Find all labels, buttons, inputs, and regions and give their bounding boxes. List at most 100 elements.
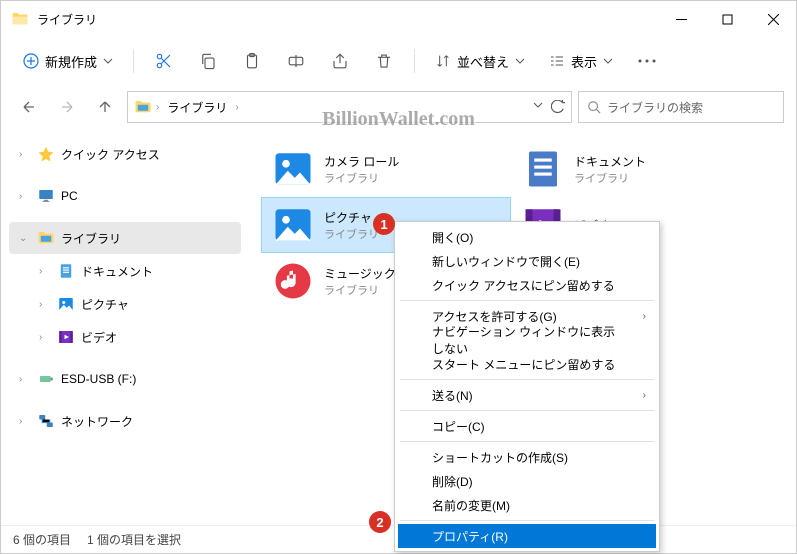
status-count: 6 個の項目 xyxy=(13,531,71,548)
tree-videos[interactable]: › ビデオ xyxy=(9,321,241,353)
tree-label: ピクチャ xyxy=(81,296,129,313)
tree-documents[interactable]: › ドキュメント xyxy=(9,255,241,287)
item-cameraroll[interactable]: カメラ ロール ライブラリ xyxy=(261,141,511,197)
tree-quickaccess[interactable]: › クイック アクセス xyxy=(9,138,241,170)
refresh-icon[interactable] xyxy=(551,100,565,114)
arrow-up-icon xyxy=(97,99,113,115)
delete-button[interactable] xyxy=(364,43,404,79)
more-button[interactable] xyxy=(627,43,667,79)
tree-label: ライブラリ xyxy=(61,230,121,247)
item-name: カメラ ロール xyxy=(324,153,399,170)
rename-icon xyxy=(287,52,305,70)
cut-button[interactable] xyxy=(144,43,184,79)
tree-network[interactable]: › ネットワーク xyxy=(9,405,241,437)
chevron-down-icon xyxy=(103,56,113,66)
ctx-properties[interactable]: プロパティ(R) xyxy=(398,524,656,548)
path-segment[interactable]: ライブラリ xyxy=(163,99,231,116)
plus-circle-icon xyxy=(23,53,39,69)
separator xyxy=(400,300,654,301)
usb-drive-icon xyxy=(37,370,55,388)
clipboard-icon xyxy=(243,52,261,70)
item-sub: ライブラリ xyxy=(324,226,379,242)
up-button[interactable] xyxy=(89,91,121,123)
ctx-pin-start[interactable]: スタート メニューにピン留めする xyxy=(398,352,656,376)
share-button[interactable] xyxy=(320,43,360,79)
sort-button[interactable]: 並べ替え xyxy=(425,43,535,79)
copy-button[interactable] xyxy=(188,43,228,79)
annotation-badge-1: 1 xyxy=(373,213,395,235)
ctx-open[interactable]: 開く(O) xyxy=(398,225,656,249)
picture-icon xyxy=(57,295,75,313)
item-documents[interactable]: ドキュメント ライブラリ xyxy=(511,141,761,197)
arrow-right-icon xyxy=(59,99,75,115)
view-button[interactable]: 表示 xyxy=(539,43,623,79)
navigation-tree: › クイック アクセス › PC ⌄ ライブラリ › ドキュメント › ピクチャ… xyxy=(1,129,249,525)
picture-icon xyxy=(272,148,314,190)
status-selected: 1 個の項目を選択 xyxy=(87,531,181,548)
chevron-right-icon: › xyxy=(235,102,238,113)
separator xyxy=(400,379,654,380)
back-button[interactable] xyxy=(13,91,45,123)
item-sub: ライブラリ xyxy=(324,170,399,186)
sort-icon xyxy=(435,53,451,69)
minimize-button[interactable] xyxy=(658,1,704,37)
folder-icon xyxy=(11,10,29,28)
rename-button[interactable] xyxy=(276,43,316,79)
view-label: 表示 xyxy=(571,52,597,71)
libraries-icon xyxy=(37,229,55,247)
paste-button[interactable] xyxy=(232,43,272,79)
tree-label: ESD-USB (F:) xyxy=(61,372,136,386)
forward-button[interactable] xyxy=(51,91,83,123)
chevron-down-icon xyxy=(533,100,543,110)
breadcrumb[interactable]: › ライブラリ › xyxy=(127,91,572,123)
tree-pc[interactable]: › PC xyxy=(9,180,241,212)
item-name: ドキュメント xyxy=(574,153,646,170)
chevron-right-icon: › xyxy=(19,416,31,427)
monitor-icon xyxy=(37,187,55,205)
ctx-hide-nav[interactable]: ナビゲーション ウィンドウに表示しない xyxy=(398,328,656,352)
ctx-pin-quickaccess[interactable]: クイック アクセスにピン留めする xyxy=(398,273,656,297)
sort-label: 並べ替え xyxy=(457,52,509,71)
annotation-badge-2: 2 xyxy=(369,511,391,533)
search-input[interactable]: ライブラリの検索 xyxy=(578,91,784,123)
window-title: ライブラリ xyxy=(37,11,658,28)
tree-label: ネットワーク xyxy=(61,413,133,430)
view-icon xyxy=(549,53,565,69)
document-icon xyxy=(57,262,75,280)
chevron-down-icon: ⌄ xyxy=(19,233,31,244)
music-icon xyxy=(272,260,314,302)
chevron-right-icon: › xyxy=(19,149,31,160)
ctx-new-window[interactable]: 新しいウィンドウで開く(E) xyxy=(398,249,656,273)
path-dropdown[interactable] xyxy=(533,100,565,114)
new-button[interactable]: 新規作成 xyxy=(13,43,123,79)
tree-pictures[interactable]: › ピクチャ xyxy=(9,288,241,320)
ctx-delete[interactable]: 削除(D) xyxy=(398,469,656,493)
item-name: ミュージック xyxy=(324,265,396,282)
scissors-icon xyxy=(155,52,173,70)
titlebar: ライブラリ xyxy=(1,1,796,37)
share-icon xyxy=(331,52,349,70)
tree-esd-usb[interactable]: › ESD-USB (F:) xyxy=(9,363,241,395)
video-icon xyxy=(57,328,75,346)
ellipsis-icon xyxy=(638,59,656,63)
separator xyxy=(400,410,654,411)
copy-icon xyxy=(199,52,217,70)
ctx-shortcut[interactable]: ショートカットの作成(S) xyxy=(398,445,656,469)
tree-libraries[interactable]: ⌄ ライブラリ xyxy=(9,222,241,254)
item-name: ピクチャ xyxy=(324,209,379,226)
chevron-down-icon xyxy=(515,56,525,66)
maximize-button[interactable] xyxy=(704,1,750,37)
picture-icon xyxy=(272,204,314,246)
ctx-sendto[interactable]: 送る(N)› xyxy=(398,383,656,407)
trash-icon xyxy=(375,52,393,70)
addressbar: › ライブラリ › ライブラリの検索 xyxy=(1,85,796,129)
ctx-copy[interactable]: コピー(C) xyxy=(398,414,656,438)
chevron-right-icon: › xyxy=(643,311,646,322)
search-placeholder: ライブラリの検索 xyxy=(607,99,703,116)
close-button[interactable] xyxy=(750,1,796,37)
separator xyxy=(414,49,415,73)
tree-label: PC xyxy=(61,189,78,203)
network-icon xyxy=(37,412,55,430)
ctx-rename[interactable]: 名前の変更(M) xyxy=(398,493,656,517)
tree-label: ドキュメント xyxy=(81,263,153,280)
